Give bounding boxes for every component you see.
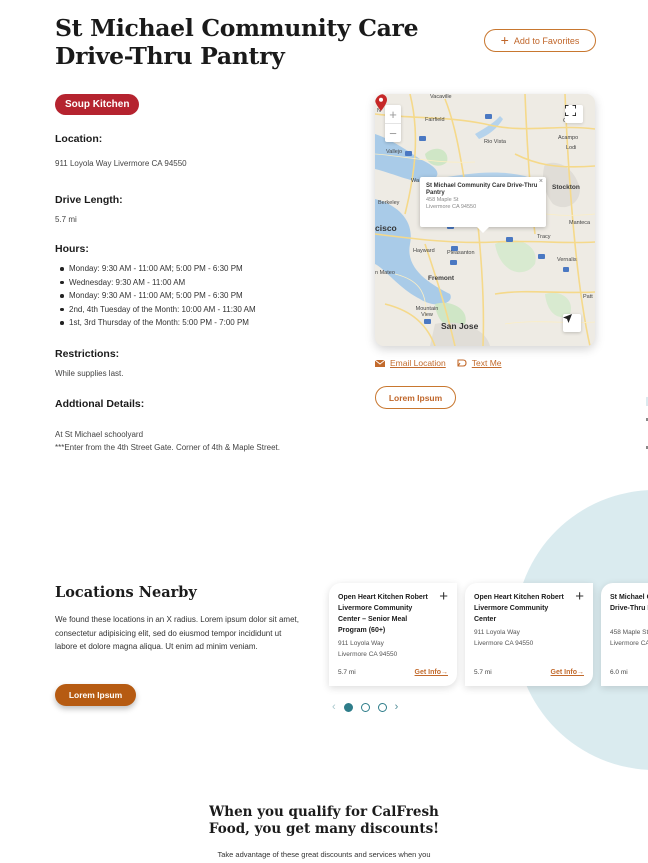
hours-item: 2nd, 4th Tuesday of the Month: 10:00 AM … — [60, 303, 256, 317]
map-info-window: × St Michael Community Care Drive-Thru P… — [420, 177, 546, 233]
drive-length-value: 5.7 mi — [55, 215, 77, 224]
page-title: St Michael Community Care Drive-Thru Pan… — [55, 14, 419, 70]
restrictions-label: Restrictions: — [55, 348, 120, 360]
card-address-line: Livermore CA 94550 — [610, 639, 648, 647]
card-address-line: 911 Loyola Way — [338, 640, 384, 647]
hours-item: Monday: 9:30 AM - 11:00 AM; 5:00 PM - 6:… — [60, 289, 256, 303]
card-title: St Michael Community Care Drive-Thru Pan… — [610, 594, 648, 612]
lorem-ipsum-outline-button[interactable]: Lorem Ipsum — [375, 386, 456, 409]
map-label-patterson: Patt — [583, 294, 593, 300]
hours-list: Monday: 9:30 AM - 11:00 AM; 5:00 PM - 6:… — [60, 262, 256, 330]
location-arrow-icon — [563, 314, 572, 323]
category-badge: Soup Kitchen — [55, 94, 140, 115]
additional-details-line: At St Michael schoolyard — [55, 430, 144, 439]
card-address-line: Livermore CA 94550 — [338, 650, 398, 658]
map-label-fairfield: Fairfield — [425, 117, 445, 123]
map-label-lodi: Lodi — [566, 145, 577, 151]
map-label-tracy: Tracy — [537, 234, 551, 240]
carousel-dot[interactable] — [360, 703, 370, 712]
add-to-favorites-label: Add to Favorites — [513, 35, 580, 46]
plus-icon: + — [500, 32, 509, 48]
card-distance: 5.7 mi — [474, 669, 492, 676]
map-pin-icon[interactable] — [375, 94, 387, 111]
map-label-san-jose: San Jose — [441, 321, 479, 331]
lorem-ipsum-button[interactable]: Lorem Ipsum — [55, 684, 136, 706]
add-to-favorites-button[interactable]: + Add to Favorites — [484, 29, 596, 52]
map-label-fremont: Fremont — [428, 275, 454, 282]
carousel-dot[interactable] — [377, 703, 387, 712]
card-title: Open Heart Kitchen Robert Livermore Comm… — [338, 594, 428, 634]
card-address: 911 Loyola Way Livermore CA 94550 — [338, 639, 448, 660]
chevron-left-icon[interactable]: ‹ — [332, 702, 336, 713]
fullscreen-button[interactable] — [565, 105, 583, 123]
additional-details-line: ***Enter from the 4th Street Gate. Corne… — [55, 443, 280, 452]
location-map[interactable]: Vacaville Fairfield Rio Vista Acampo Lod… — [375, 94, 595, 346]
map-label-rio-vista: Rio Vista — [484, 139, 506, 145]
calfresh-title: When you qualify for CalFresh Food, you … — [0, 804, 648, 838]
card-address-line: Livermore CA 94550 — [474, 639, 534, 647]
close-icon[interactable]: × — [539, 178, 543, 185]
location-card[interactable]: Open Heart Kitchen Robert Livermore Comm… — [465, 583, 593, 686]
card-address: 911 Loyola Way Livermore CA 94550 — [474, 628, 584, 649]
map-label-pleasanton: Pleasanton — [447, 250, 475, 256]
calfresh-title-line: Food, you get many discounts! — [208, 821, 440, 837]
my-location-button[interactable] — [563, 314, 581, 332]
info-window-title: St Michael Community Care Drive-Thru Pan… — [426, 183, 538, 196]
calfresh-title-line: When you qualify for CalFresh — [209, 804, 439, 820]
info-window-address-2: Livermore CA 94550 — [426, 203, 477, 210]
carousel-dot[interactable] — [343, 703, 353, 712]
text-me-label: Text Me — [471, 358, 502, 368]
hours-label: Hours: — [55, 243, 89, 255]
locations-nearby-description: We found these locations in an X radius.… — [55, 615, 299, 651]
zoom-in-button[interactable]: + — [385, 105, 401, 123]
map-label-berkeley: Berkeley — [378, 200, 400, 206]
restrictions-value: While supplies last. — [55, 369, 124, 378]
card-address-line: 911 Loyola Way — [474, 629, 520, 636]
card-distance: 6.0 mi — [610, 669, 628, 676]
chevron-right-icon[interactable]: › — [395, 702, 399, 713]
map-label-mountain-view: Mountain View — [415, 306, 439, 318]
email-location-label: Email Location — [390, 358, 446, 368]
fullscreen-icon — [565, 105, 576, 116]
add-favorite-plus-icon[interactable]: + — [439, 588, 448, 605]
map-label-hayward: Hayward — [413, 248, 435, 254]
chat-bubble-icon — [457, 359, 467, 367]
get-info-link[interactable]: Get Info→ — [551, 669, 584, 676]
text-me-link[interactable]: Text Me — [457, 358, 502, 368]
map-label-vernalis: Vernalis — [557, 257, 577, 263]
zoom-out-button[interactable]: − — [385, 124, 401, 142]
hours-item: Wednesday: 9:30 AM - 11:00 AM — [60, 276, 256, 290]
card-address: 458 Maple St Livermore CA 94550 — [610, 628, 648, 649]
map-label-san-francisco: cisco — [375, 223, 397, 233]
calfresh-description: Take advantage of these great discounts … — [217, 850, 431, 859]
carousel-pagination: ‹ › — [332, 702, 398, 713]
card-title: Open Heart Kitchen Robert Livermore Comm… — [474, 594, 564, 623]
envelope-icon — [375, 359, 385, 367]
card-address-line: 458 Maple St — [610, 629, 648, 636]
map-links: Email Location Text Me — [375, 358, 502, 368]
card-distance: 5.7 mi — [338, 669, 356, 676]
additional-details-label: Addtional Details: — [55, 398, 145, 410]
map-label-san-mateo: n Mateo — [375, 270, 395, 276]
add-favorite-plus-icon[interactable]: + — [575, 588, 584, 605]
locations-nearby-title: Locations Nearby — [55, 584, 197, 601]
drive-length-label: Drive Length: — [55, 194, 123, 206]
map-label-vacaville: Vacaville — [430, 94, 452, 100]
location-label: Location: — [55, 133, 103, 145]
email-location-link[interactable]: Email Location — [375, 358, 446, 368]
location-value: 911 Loyola Way Livermore CA 94550 — [55, 159, 187, 168]
map-label-vallejo: Vallejo — [386, 149, 403, 155]
map-label-manteca: Manteca — [569, 220, 591, 226]
map-label-acampo: Acampo — [558, 135, 579, 141]
location-card[interactable]: Open Heart Kitchen Robert Livermore Comm… — [329, 583, 457, 686]
get-info-link[interactable]: Get Info→ — [415, 669, 448, 676]
map-zoom-control: + − — [385, 105, 401, 142]
hours-item: Monday: 9:30 AM - 11:00 AM; 5:00 PM - 6:… — [60, 262, 256, 276]
map-label-stockton: Stockton — [552, 184, 580, 191]
hours-item: 1st, 3rd Thursday of the Month: 5:00 PM … — [60, 316, 256, 330]
location-card[interactable]: St Michael Community Care Drive-Thru Pan… — [601, 583, 648, 686]
map-label-wa: Wa — [411, 178, 420, 184]
